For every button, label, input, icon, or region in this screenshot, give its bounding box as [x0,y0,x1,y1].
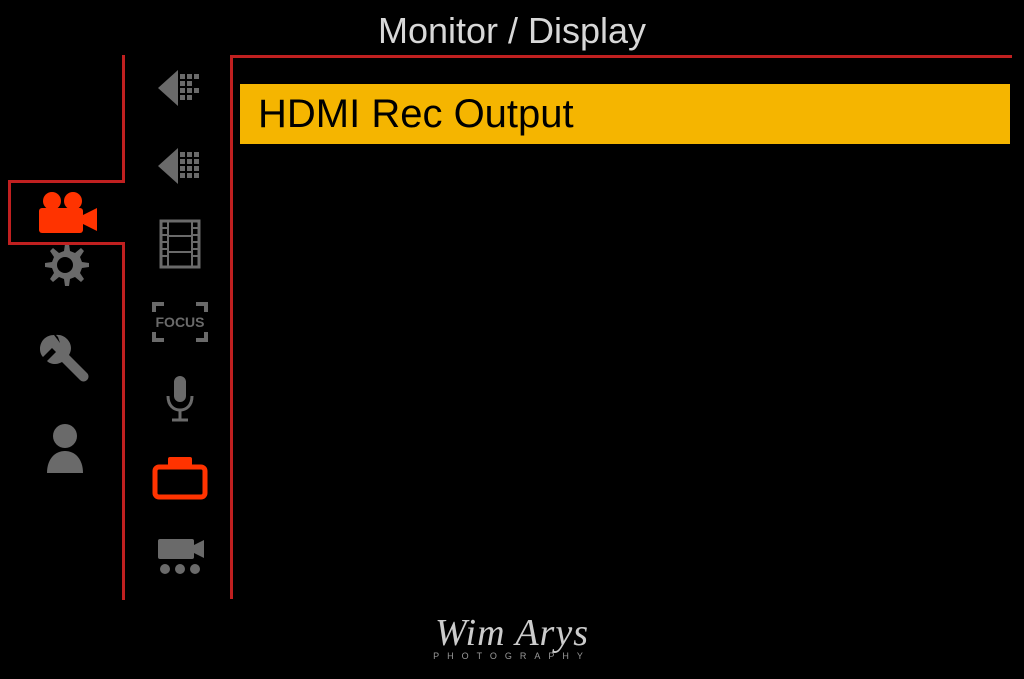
sub-item-camera-monitor[interactable] [150,450,210,505]
focus-bracket-icon: FOCUS [150,300,210,344]
back-arrow-solid-icon [154,144,206,188]
user-icon [40,421,90,475]
sub-item-focus[interactable]: FOCUS [150,294,210,349]
sub-item-back-dots[interactable] [150,60,210,115]
sub-sidebar: FOCUS [140,60,220,583]
sub-item-back-solid[interactable] [150,138,210,193]
wrench-icon [36,329,94,387]
watermark: Wim Arys PHOTOGRAPHY [433,611,591,661]
microphone-icon [162,374,198,426]
page-title: Monitor / Display [0,10,1024,52]
sidebar-item-wrench[interactable] [30,330,100,385]
menu-item-label: HDMI Rec Output [258,92,574,137]
menu-item-hdmi-rec[interactable]: HDMI Rec Output [240,84,1010,144]
sidebar-tab-video[interactable] [8,180,125,245]
sidebar-item-user[interactable] [30,420,100,475]
frame-connector [122,55,125,183]
camera-dots-icon [152,535,208,577]
film-strip-icon [157,219,203,269]
sidebar-item-settings[interactable] [30,240,100,295]
gear-icon [37,240,93,296]
sub-item-film[interactable] [150,216,210,271]
frame-connector [122,242,125,600]
back-arrow-dots-icon [154,66,206,110]
sub-item-microphone[interactable] [150,372,210,427]
sub-item-camera-dots[interactable] [150,528,210,583]
svg-text:FOCUS: FOCUS [156,314,205,330]
video-camera-icon [35,191,101,235]
camera-monitor-icon [151,455,209,501]
